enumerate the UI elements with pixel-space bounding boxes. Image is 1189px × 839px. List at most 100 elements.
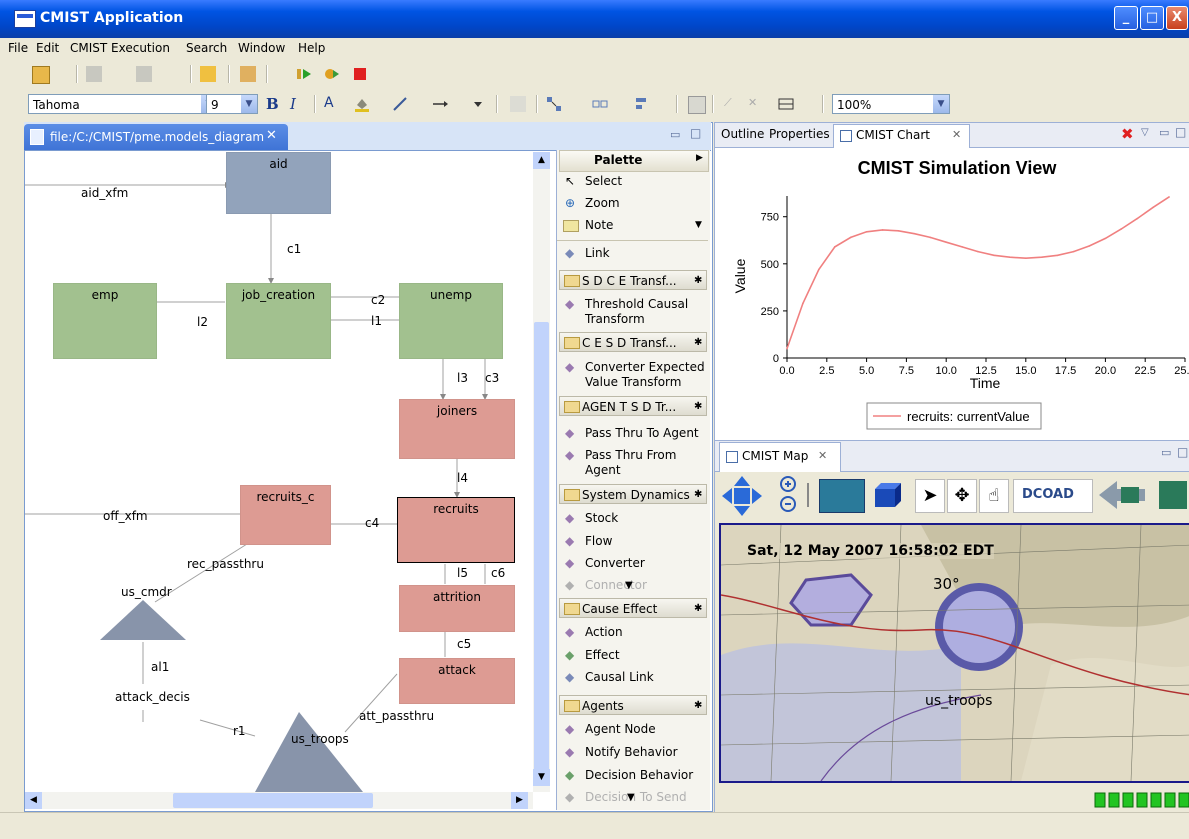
link-label[interactable]: c2 [371,293,385,307]
node-recruits-c[interactable]: recruits_c [240,485,331,545]
world-map-icon[interactable] [819,479,865,513]
pin-icon[interactable]: ✱ [694,485,702,505]
menu-file[interactable]: File [8,41,28,55]
link-label[interactable]: c4 [365,516,379,530]
editor-tab[interactable]: file:/C:/CMIST/pme.models_diagram ✕ [24,124,288,150]
map-canvas[interactable]: Sat, 12 May 2007 16:58:02 EDT 30° us_tro… [719,523,1189,783]
scroll-left-icon[interactable]: ◀ [25,792,42,809]
new-wizard-icon[interactable] [32,66,50,84]
minimize-view-icon[interactable]: ▭ [1159,126,1169,139]
forward-icon[interactable] [1159,481,1187,509]
route-oblique-icon[interactable]: ⟋ [724,96,740,112]
horizontal-scrollbar[interactable]: ◀ ▶ [25,792,533,809]
scroll-down-icon[interactable]: ▼ [627,790,635,805]
minimize-view-icon[interactable]: ▭ [670,128,680,141]
bold-button[interactable]: B [266,95,279,113]
chevron-down-icon[interactable]: ▼ [695,218,702,233]
tab-outline[interactable]: Outline [721,127,764,141]
close-icon[interactable]: ✕ [818,449,827,462]
pin-icon[interactable]: ✱ [694,333,702,353]
italic-button[interactable]: I [290,95,296,113]
link-label[interactable]: aid_xfm [81,186,128,200]
scroll-thumb[interactable] [173,793,373,808]
node-joiners[interactable]: joiners [399,399,515,459]
pin-icon[interactable]: ✱ [694,271,702,291]
minimize-view-icon[interactable]: ▭ [1161,446,1171,459]
menu-cmist-execution[interactable]: CMIST Execution [70,41,170,55]
scroll-right-icon[interactable]: ▶ [511,792,528,809]
hand-icon[interactable]: ☝ [979,479,1009,513]
pin-icon[interactable]: ✱ [694,599,702,619]
link-label[interactable]: c3 [485,371,499,385]
run-icon[interactable] [296,66,312,82]
palette-menu-icon[interactable]: ▶ [696,153,703,163]
arrow-pointer-icon[interactable]: ➤ [915,479,945,513]
scroll-up-icon[interactable]: ▲ [533,152,550,169]
scroll-down-icon[interactable]: ▼ [625,578,633,593]
scroll-down-icon[interactable]: ▼ [533,769,550,786]
link-label[interactable]: us_cmdr [121,585,172,599]
print-icon[interactable] [136,66,152,82]
layers-icon[interactable] [871,481,903,509]
zoom-icon[interactable] [777,475,799,515]
chevron-down-icon[interactable]: ▼ [240,95,257,113]
font-size-combo[interactable]: 9 ▼ [206,94,258,114]
menu-window[interactable]: Window [238,41,285,55]
diagram-canvas[interactable]: aid emp job_creation unemp joiners recru… [25,152,552,792]
drawer-cesd[interactable]: C E S D Transf... ✱ [559,332,707,352]
vertical-scrollbar[interactable]: ▲ ▼ [533,152,550,792]
link-label[interactable]: us_troops [291,732,349,746]
unit-label-us-troops[interactable]: us_troops [925,693,992,709]
link-label[interactable]: c1 [287,242,301,256]
autosize-icon[interactable] [688,96,706,114]
drawer-system-dynamics[interactable]: System Dynamics ✱ [559,484,707,504]
font-family-combo[interactable]: Tahoma ▼ [28,94,218,114]
link-label[interactable]: l2 [197,315,208,329]
link-label[interactable]: rec_passthru [187,557,264,571]
node-aid[interactable]: aid [226,152,331,214]
drawer-cause-effect[interactable]: Cause Effect ✱ [559,598,707,618]
maximize-view-icon[interactable]: □ [1177,445,1188,459]
link-label[interactable]: off_xfm [103,509,148,523]
arrow-style-icon[interactable] [470,96,486,112]
palette-header[interactable]: Palette ▶ [559,150,709,172]
copy-appearance-icon[interactable] [510,96,526,112]
menu-search[interactable]: Search [186,41,227,55]
align-icon[interactable] [634,96,650,112]
move-icon[interactable]: ✥ [947,479,977,513]
remove-chart-icon[interactable]: ✖ [1121,125,1134,143]
link-label[interactable]: attack_decis [115,690,190,704]
arrange-all-icon[interactable] [546,96,562,112]
link-label[interactable]: c6 [491,566,505,580]
pin-icon[interactable]: ✱ [694,397,702,417]
pan-icon[interactable] [721,475,763,517]
drawer-sdce[interactable]: S D C E Transf... ✱ [559,270,707,290]
node-unemp[interactable]: unemp [399,283,503,359]
link-label[interactable]: al1 [151,660,169,674]
maximize-button[interactable]: □ [1140,6,1164,30]
save-icon[interactable] [86,66,102,82]
line-width-icon[interactable] [778,96,794,112]
maximize-view-icon[interactable]: □ [1175,125,1186,139]
route-rectilinear-icon[interactable]: ✕ [748,96,764,112]
pin-icon[interactable]: ✱ [694,696,702,716]
select-menu-icon[interactable] [592,96,608,112]
zoom-combo[interactable]: 100% ▼ [832,94,950,114]
menu-edit[interactable]: Edit [36,41,59,55]
search-icon[interactable] [200,66,216,82]
tab-cmist-map[interactable]: CMIST Map ✕ [719,442,841,472]
line-color-icon[interactable] [392,96,408,112]
link-label[interactable]: att_passthru [359,709,434,723]
view-menu-icon[interactable]: ▽ [1141,127,1149,138]
line-style-icon[interactable] [432,96,448,112]
step-icon[interactable] [324,66,340,82]
link-label[interactable]: l4 [457,471,468,485]
chevron-down-icon[interactable]: ▼ [932,95,949,113]
pen-icon[interactable] [240,66,256,82]
link-label[interactable]: l3 [457,371,468,385]
stop-icon[interactable] [352,66,368,82]
drawer-agent-sd[interactable]: AGEN T S D Tr... ✱ [559,396,707,416]
node-recruits[interactable]: recruits [397,497,515,563]
tab-cmist-chart[interactable]: CMIST Chart ✕ [833,124,970,148]
link-label[interactable]: l1 [371,314,382,328]
